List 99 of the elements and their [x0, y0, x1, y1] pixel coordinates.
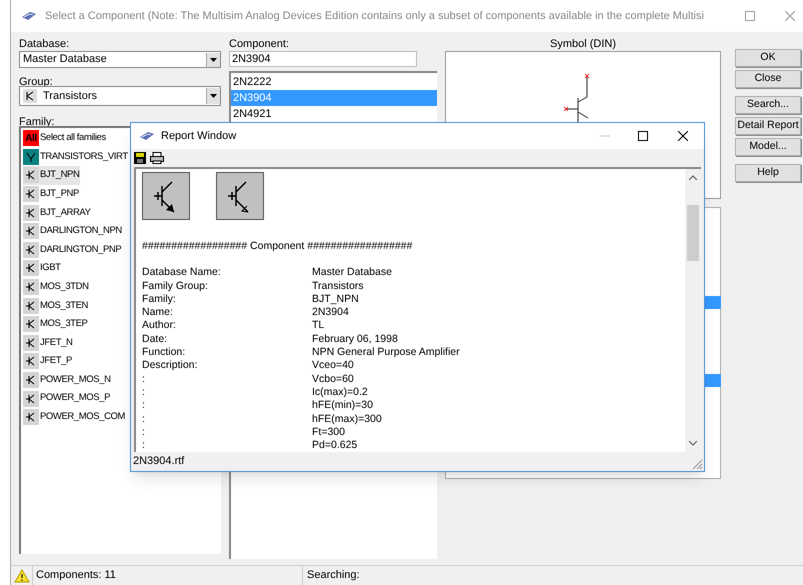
section-heading: ################## Component ##################	[142, 240, 414, 254]
family-item[interactable]: BJT_PNP	[23, 184, 80, 204]
transistor-icon	[23, 390, 39, 407]
family-item[interactable]: POWER_MOS_COM	[23, 408, 126, 426]
component-item[interactable]: 2N4921	[231, 106, 437, 122]
close-icon[interactable]	[678, 131, 688, 141]
dialog-button[interactable]: Detail Report	[735, 117, 801, 135]
family-item[interactable]: JFET_P	[23, 352, 73, 371]
family-label: Family:	[19, 115, 56, 126]
warning-icon	[14, 568, 30, 582]
transistor-icon	[23, 260, 39, 276]
field-value: Master Database	[312, 266, 392, 280]
dialog-button[interactable]: Search...	[735, 96, 801, 114]
family-item[interactable]: DARLINGTON_PNP	[23, 240, 122, 260]
field-label: Name:	[142, 306, 174, 320]
field-value: NPN General Purpose Amplifier	[312, 346, 460, 360]
dialog-button[interactable]: Help	[735, 164, 801, 182]
transistor-icon	[23, 204, 39, 221]
transistor-icon	[23, 89, 37, 103]
dialog-button[interactable]: OK	[735, 49, 801, 67]
field-value: Vceo=40	[312, 359, 354, 373]
field-label: :	[142, 386, 146, 400]
dialog-button[interactable]: Model...	[735, 138, 801, 156]
maximize-icon[interactable]	[638, 131, 648, 141]
field-value: TL	[312, 319, 324, 333]
transistor-icon	[23, 334, 39, 351]
all-badge: All	[23, 130, 39, 146]
field-value: Ic(max)=0.2	[312, 386, 368, 400]
file-name: 2N3904.rtf	[133, 454, 184, 470]
status-searching: Searching:	[306, 568, 360, 584]
database-dropdown[interactable]: Master Database	[19, 51, 221, 68]
window-title: Select a Component (Note: The Multisim Analog Devices Edition contains only a subset of components available in the complete Multisi	[45, 8, 704, 24]
npn-transistor-symbol	[216, 172, 264, 220]
family-item[interactable]: POWER_MOS_P	[23, 389, 112, 408]
vertical-scrollbar[interactable]	[685, 169, 701, 452]
field-label: :	[142, 372, 146, 386]
field-value: hFE(max)=300	[312, 412, 382, 426]
status-components: Components: 11	[33, 566, 303, 585]
field-value: hFE(min)=30	[312, 399, 373, 413]
transistor-icon	[23, 316, 39, 332]
field-value: BJT_NPN	[312, 292, 359, 306]
app-logo-icon	[139, 131, 155, 141]
family-item[interactable]: DARLINGTON_NPN	[23, 222, 123, 241]
npn-transistor-symbol	[142, 172, 190, 220]
transistor-icon	[23, 353, 39, 370]
transistor-icon	[23, 186, 39, 202]
dialog-button[interactable]: Close	[735, 70, 801, 88]
transistor-icon	[23, 223, 39, 240]
family-item[interactable]: BJT_NPN	[23, 166, 80, 185]
family-item[interactable]: MOS_3TDN	[23, 278, 90, 296]
scrollbar-thumb[interactable]	[687, 205, 699, 261]
family-item[interactable]: IGBT	[23, 259, 62, 278]
virtual-transistor-icon	[23, 148, 39, 165]
field-label: Function:	[142, 346, 186, 360]
dropdown-arrow-icon	[210, 94, 217, 98]
group-dropdown[interactable]: Transistors	[19, 86, 221, 106]
field-value: Ft=300	[312, 426, 345, 440]
field-label: Family:	[142, 292, 177, 306]
database-label: Database:	[19, 37, 70, 51]
field-value: Vcbo=60	[312, 372, 354, 386]
group-label: Group:	[19, 75, 54, 86]
component-label: Component:	[229, 37, 290, 51]
family-item[interactable]: JFET_N	[23, 334, 74, 352]
scroll-down-icon[interactable]	[689, 441, 697, 446]
family-item[interactable]: TRANSISTORS_VIRT	[23, 148, 129, 166]
field-value: February 06, 1998	[312, 332, 398, 346]
component-item[interactable]: 2N2222	[231, 74, 437, 90]
field-label: Family Group:	[142, 280, 209, 293]
field-value: Transistors	[312, 280, 364, 293]
component-field[interactable]: 2N3904	[229, 51, 417, 67]
window-title: Report Window	[161, 128, 236, 144]
family-item[interactable]: All Select all families	[23, 129, 107, 148]
transistor-icon	[23, 242, 39, 258]
transistor-icon	[23, 409, 39, 426]
field-label: :	[142, 439, 146, 452]
field-label: :	[142, 426, 146, 440]
family-item[interactable]: POWER_MOS_N	[23, 370, 112, 390]
transistor-icon	[23, 279, 39, 296]
field-label: Database Name:	[142, 266, 222, 280]
field-label: Author:	[142, 319, 177, 333]
print-icon[interactable]	[150, 152, 164, 164]
dropdown-arrow-icon	[210, 58, 217, 62]
symbol-label: Symbol (DIN)	[548, 37, 617, 51]
field-label: :	[142, 399, 146, 413]
field-label: Description:	[142, 359, 198, 373]
resize-grip-icon[interactable]	[692, 459, 703, 470]
app-logo-icon	[21, 11, 37, 21]
field-label: :	[142, 412, 146, 426]
field-value: Pd=0.625	[312, 439, 358, 452]
field-label: Date:	[142, 332, 168, 346]
scroll-up-icon[interactable]	[689, 175, 697, 180]
transistor-icon	[23, 167, 39, 184]
transistor-icon	[23, 298, 39, 314]
save-icon[interactable]	[134, 152, 146, 164]
transistor-icon	[23, 372, 39, 388]
field-value: 2N3904	[312, 306, 349, 320]
family-item[interactable]: MOS_3TEP	[23, 314, 88, 334]
family-item[interactable]: MOS_3TEN	[23, 296, 90, 315]
family-item[interactable]: BJT_ARRAY	[23, 203, 92, 222]
